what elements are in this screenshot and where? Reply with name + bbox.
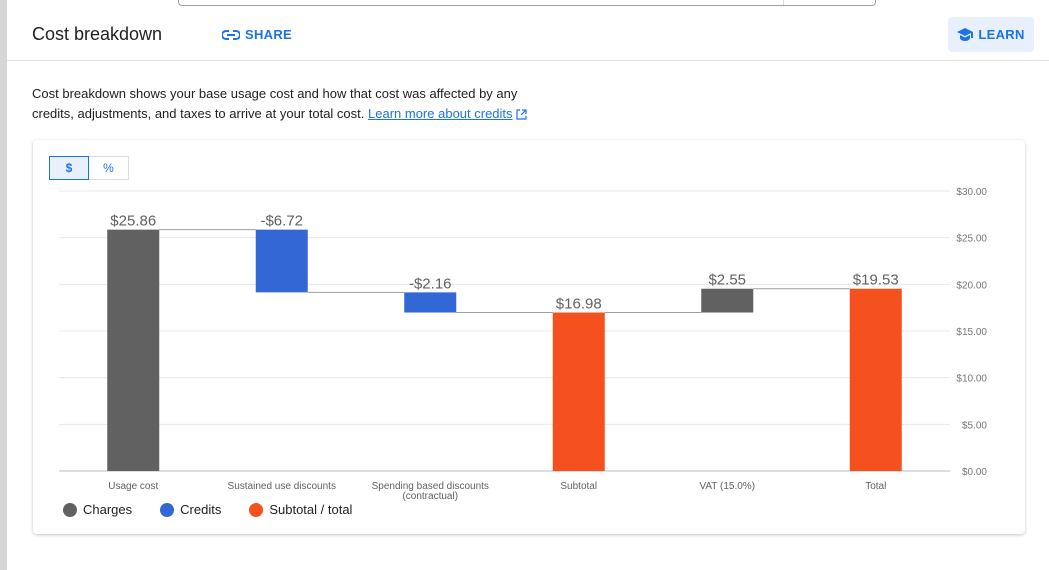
page-title: Cost breakdown bbox=[32, 24, 163, 44]
bar-value-label: $16.98 bbox=[556, 296, 602, 313]
bar-value-label: $19.53 bbox=[853, 272, 899, 289]
x-category-label: Subtotal bbox=[560, 481, 597, 492]
learn-label: LEARN bbox=[978, 27, 1025, 42]
x-category-label: VAT (15.0%) bbox=[699, 481, 755, 492]
bar-credits[interactable] bbox=[255, 229, 308, 293]
x-category-label: Usage cost bbox=[108, 481, 158, 492]
legend-swatch bbox=[160, 502, 175, 517]
share-label: SHARE bbox=[245, 27, 293, 42]
page-header: Cost breakdown SHARE LEARN bbox=[7, 10, 1049, 61]
bar-total[interactable] bbox=[849, 288, 902, 471]
y-tick-label: $15.00 bbox=[956, 327, 987, 338]
bar-value-label: -$6.72 bbox=[260, 213, 303, 230]
learn-more-link[interactable]: Learn more about credits bbox=[368, 106, 513, 121]
legend-label: Credits bbox=[180, 502, 222, 517]
link-icon bbox=[222, 29, 240, 40]
waterfall-chart: $0.00 $5.00 $10.00 $15.00 $20.00 $25.00 $30.00… bbox=[59, 187, 987, 502]
bar-value-label: $2.55 bbox=[708, 272, 746, 289]
school-icon bbox=[957, 28, 974, 41]
x-category-label: Spending based discounts (contractual) bbox=[372, 481, 489, 502]
chart-card: $ % $0.00 $5.00 $10.00 $15.00 $20.00 $25.00 $3… bbox=[33, 140, 1025, 534]
bar-value-label: $25.86 bbox=[110, 213, 156, 230]
left-edge bbox=[0, 0, 7, 570]
top-search-bar[interactable] bbox=[178, 0, 876, 6]
y-tick-label: $20.00 bbox=[956, 280, 987, 291]
legend-swatch bbox=[63, 502, 77, 517]
bar-credits[interactable] bbox=[404, 292, 457, 313]
external-link-icon[interactable] bbox=[515, 109, 527, 120]
search-divider bbox=[783, 0, 784, 5]
bar-total[interactable] bbox=[552, 312, 605, 471]
y-tick-label: $25.00 bbox=[956, 234, 987, 245]
legend-label: Charges bbox=[83, 502, 133, 517]
description: Cost breakdown shows your base usage cos… bbox=[32, 84, 552, 124]
y-tick-label: $10.00 bbox=[956, 374, 987, 385]
legend-label: Subtotal / total bbox=[269, 502, 353, 517]
chart-legend: Charges Credits Subtotal / total bbox=[63, 502, 352, 517]
bar-charges[interactable] bbox=[107, 229, 160, 471]
legend-item: Charges bbox=[63, 502, 132, 517]
x-category-label: Total bbox=[865, 481, 886, 492]
share-button[interactable]: SHARE bbox=[222, 27, 292, 42]
legend-item: Subtotal / total bbox=[249, 502, 352, 517]
bar-charges[interactable] bbox=[701, 288, 754, 313]
y-tick-label: $30.00 bbox=[956, 187, 987, 198]
bar-value-label: -$2.16 bbox=[409, 275, 452, 292]
legend-swatch bbox=[249, 502, 264, 517]
learn-button[interactable]: LEARN bbox=[948, 17, 1034, 52]
y-tick-label: $5.00 bbox=[962, 420, 987, 431]
legend-item: Credits bbox=[160, 502, 221, 517]
y-tick-label: $0.00 bbox=[962, 467, 987, 478]
x-category-label: Sustained use discounts bbox=[228, 481, 336, 492]
